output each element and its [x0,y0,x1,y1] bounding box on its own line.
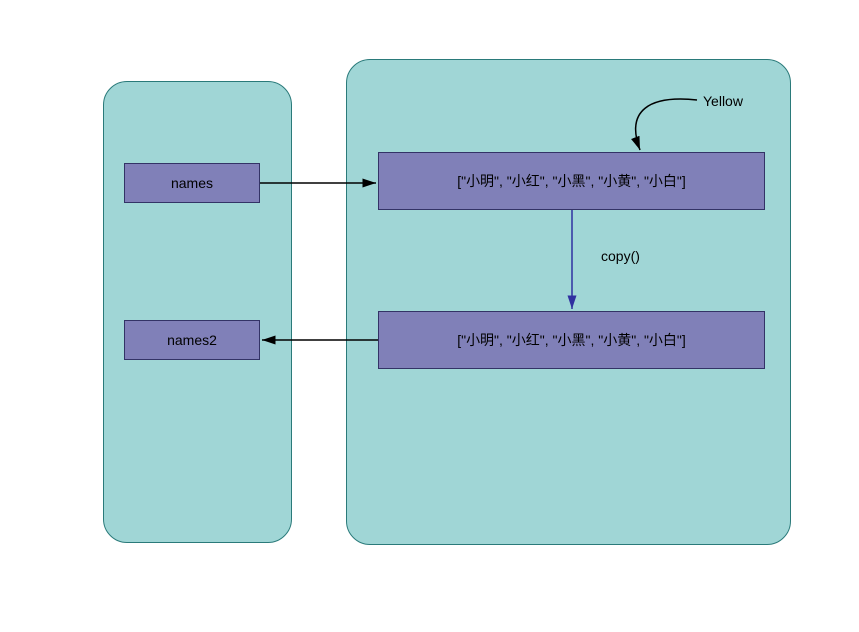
panel-right [346,59,791,545]
box-names2: names2 [124,320,260,360]
panel-left [103,81,292,543]
box-list2: ["小明", "小红", "小黑", "小黄", "小白"] [378,311,765,369]
box-list1: ["小明", "小红", "小黑", "小黄", "小白"] [378,152,765,210]
label-copy: copy() [601,248,640,264]
label-yellow: Yellow [703,93,743,109]
box-names: names [124,163,260,203]
